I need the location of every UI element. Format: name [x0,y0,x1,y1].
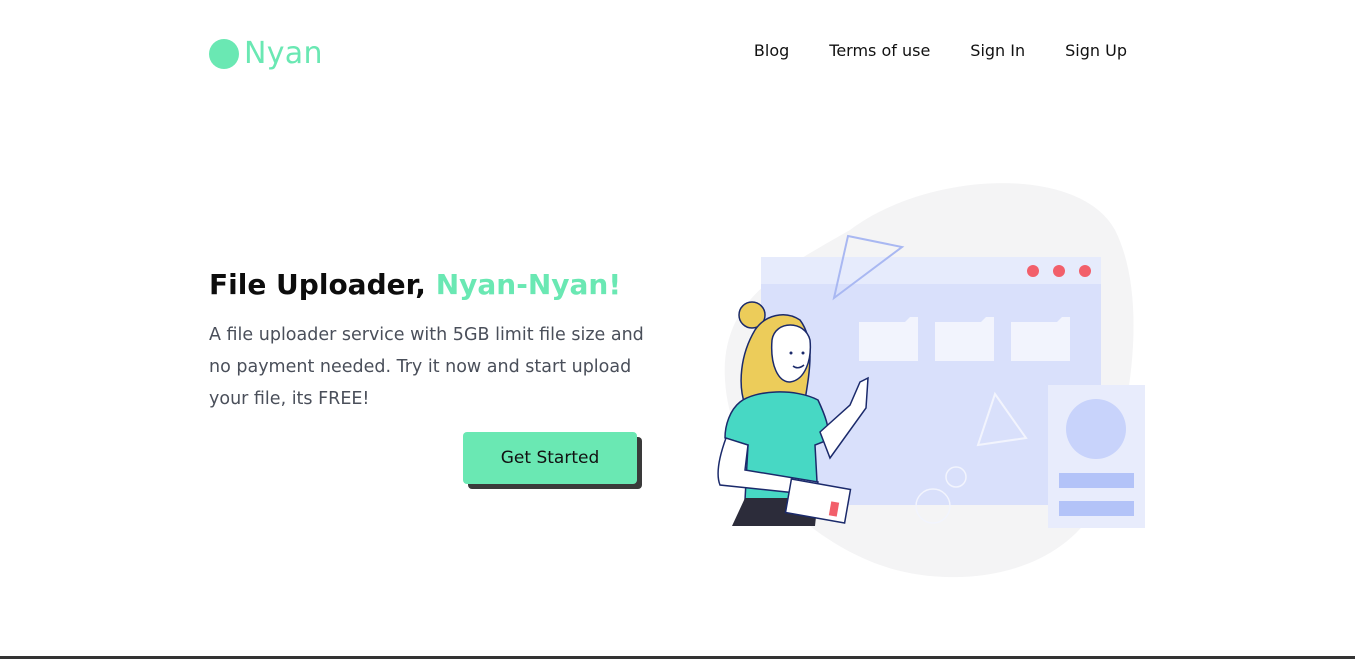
nav-signin-link[interactable]: Sign In [970,41,1025,60]
folder-icon [935,317,994,361]
hero-section: File Uploader, Nyan-Nyan! A file uploade… [209,268,649,415]
logo-circle-icon [209,38,239,69]
nav-terms-link[interactable]: Terms of use [829,41,930,60]
window-dot-icon [1027,265,1039,277]
logo-text: Nyan [244,36,323,71]
hero-title-main: File Uploader, [209,268,436,301]
cta-container: Get Started [463,432,643,490]
folder-icon [1011,317,1070,361]
logo[interactable]: Nyan [209,36,323,71]
window-dot-icon [1053,265,1065,277]
hero-description: A file uploader service with 5GB limit f… [209,325,644,409]
get-started-button[interactable]: Get Started [463,432,637,484]
main-nav: Blog Terms of use Sign In Sign Up [754,41,1127,60]
card-line [1059,473,1134,488]
browser-titlebar [761,257,1101,284]
site-header: Nyan Blog Terms of use Sign In Sign Up [209,28,1127,74]
person-uploading-file-illustration [717,183,1145,578]
avatar-placeholder [1066,399,1126,459]
hero-title: File Uploader, Nyan-Nyan! [209,268,649,301]
nav-blog-link[interactable]: Blog [754,41,789,60]
window-dot-icon [1079,265,1091,277]
nav-signup-link[interactable]: Sign Up [1065,41,1127,60]
card-line [1059,501,1134,516]
folder-icon [859,317,918,361]
hero-title-accent: Nyan-Nyan! [435,268,622,301]
